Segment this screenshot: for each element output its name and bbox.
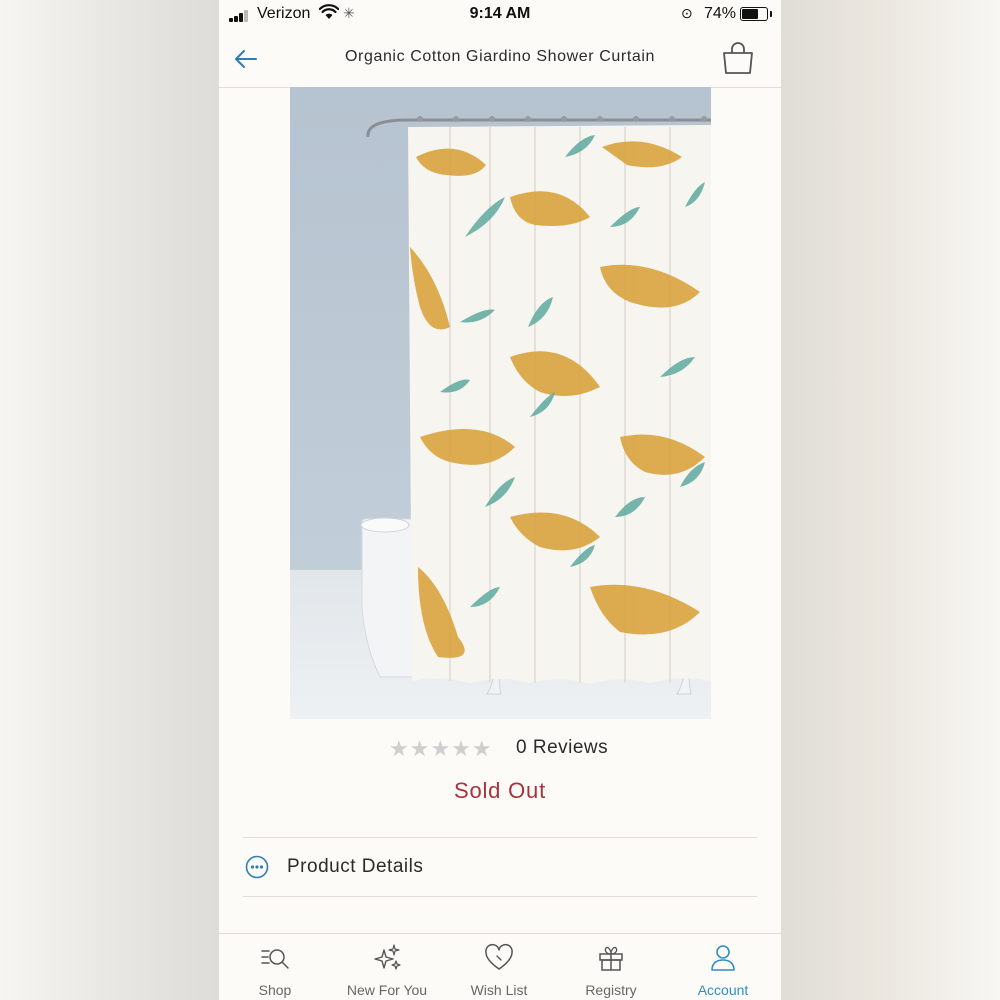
tab-label: Wish List xyxy=(470,982,528,998)
heart-icon xyxy=(485,943,513,970)
tab-label: Shop xyxy=(258,982,292,998)
product-details-label: Product Details xyxy=(287,856,424,877)
user-icon xyxy=(711,945,735,971)
background-blur-right xyxy=(780,0,1000,1000)
page-title: Organic Cotton Giardino Shower Curtain xyxy=(344,48,656,65)
rating-row[interactable]: ★★★★★ 0 Reviews xyxy=(219,736,781,762)
tab-shop[interactable]: Shop xyxy=(219,934,331,1000)
shopping-bag-icon[interactable] xyxy=(719,40,757,78)
tab-registry[interactable]: Registry xyxy=(555,934,667,1000)
tab-wish-list[interactable]: Wish List xyxy=(443,934,555,1000)
nav-bar: Organic Cotton Giardino Shower Curtain xyxy=(219,30,781,88)
battery-icon xyxy=(740,7,772,21)
sparkle-icon xyxy=(374,944,401,970)
tab-label: Account xyxy=(697,982,749,998)
status-bar: Verizon ✳ 9:14 AM ⊙ 74% xyxy=(219,0,781,30)
product-details-row[interactable]: Product Details xyxy=(243,838,757,896)
product-image[interactable] xyxy=(290,87,711,719)
clock-time: 9:14 AM xyxy=(469,5,531,22)
tab-bar: Shop New For You Wish List Registry Acco… xyxy=(219,933,781,1000)
tab-account[interactable]: Account xyxy=(667,934,779,1000)
gift-icon xyxy=(599,946,623,971)
rotation-lock-icon: ⊙ xyxy=(681,5,693,21)
divider xyxy=(243,896,757,897)
phone-screen: Verizon ✳ 9:14 AM ⊙ 74% Organic Cotton G… xyxy=(219,0,781,1000)
reviews-count[interactable]: 0 Reviews xyxy=(516,737,608,759)
tab-label: New For You xyxy=(346,982,428,998)
shop-search-icon xyxy=(261,949,289,969)
availability-status: Sold Out xyxy=(453,778,546,803)
background-blur-left xyxy=(0,0,220,1000)
tab-new-for-you[interactable]: New For You xyxy=(331,934,443,1000)
more-dots-icon xyxy=(245,855,269,879)
battery-percent: 74% xyxy=(704,5,737,22)
star-rating: ★★★★★ xyxy=(389,736,493,761)
tab-label: Registry xyxy=(585,982,637,998)
